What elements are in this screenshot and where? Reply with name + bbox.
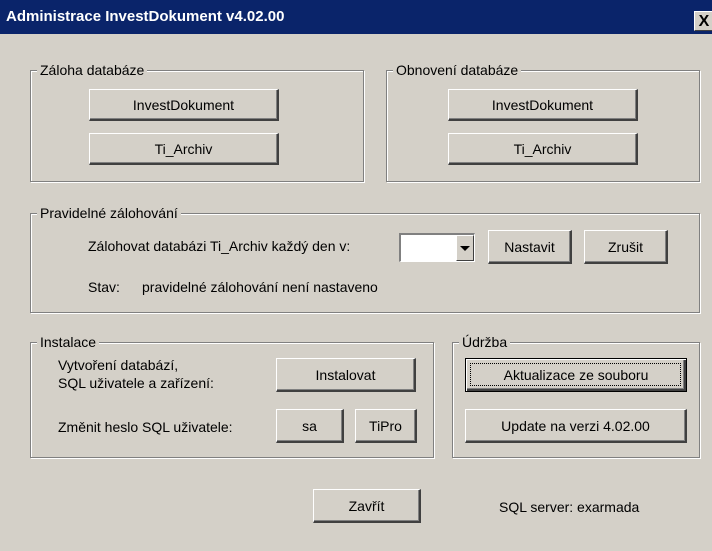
scheduled-group-legend: Pravidelné zálohování bbox=[37, 204, 181, 222]
scheduled-backup-group: Pravidelné zálohování Zálohovat databázi… bbox=[30, 204, 700, 313]
status-label: Stav: bbox=[88, 279, 120, 295]
schedule-status-text: pravidelné zálohování není nastaveno bbox=[142, 279, 378, 295]
sql-server-text: SQL server: exarmada bbox=[499, 499, 640, 515]
title-bar: Administrace InvestDokument v4.02.00 X bbox=[0, 0, 712, 34]
close-window-button[interactable]: X bbox=[694, 11, 712, 31]
maintenance-group: Údržba Aktualizace ze souboru Update na … bbox=[452, 333, 700, 458]
update-from-file-label: Aktualizace ze souboru bbox=[503, 367, 649, 383]
restore-database-group: Obnovení databáze InvestDokument Ti_Arch… bbox=[386, 61, 700, 182]
backup-investdokument-button[interactable]: InvestDokument bbox=[89, 89, 279, 121]
restore-group-legend: Obnovení databáze bbox=[393, 61, 522, 79]
change-password-label: Změnit heslo SQL uživatele: bbox=[58, 419, 233, 435]
create-databases-label-line1: Vytvoření databází, bbox=[58, 357, 179, 373]
update-version-button[interactable]: Update na verzi 4.02.00 bbox=[465, 409, 687, 443]
change-tipro-password-button[interactable]: TiPro bbox=[355, 409, 417, 443]
install-group: Instalace Vytvoření databází, SQL uživat… bbox=[30, 333, 434, 458]
close-button[interactable]: Zavřít bbox=[313, 489, 421, 523]
backup-database-group: Záloha databáze InvestDokument Ti_Archiv bbox=[30, 61, 364, 182]
cancel-schedule-button[interactable]: Zrušit bbox=[584, 230, 668, 264]
update-from-file-button[interactable]: Aktualizace ze souboru bbox=[465, 358, 687, 392]
set-schedule-button[interactable]: Nastavit bbox=[488, 230, 572, 264]
window-title: Administrace InvestDokument v4.02.00 bbox=[6, 8, 285, 25]
maintenance-group-legend: Údržba bbox=[459, 333, 511, 351]
restore-tiarchiv-button[interactable]: Ti_Archiv bbox=[448, 133, 638, 165]
admin-window: Administrace InvestDokument v4.02.00 X Z… bbox=[0, 0, 712, 551]
create-databases-label-line2: SQL uživatele a zařízení: bbox=[58, 375, 214, 391]
backup-group-legend: Záloha databáze bbox=[37, 61, 148, 79]
install-group-legend: Instalace bbox=[37, 333, 100, 351]
change-sa-password-button[interactable]: sa bbox=[276, 409, 344, 443]
schedule-label: Zálohovat databázi Ti_Archiv každý den v… bbox=[88, 238, 351, 254]
install-button[interactable]: Instalovat bbox=[276, 358, 416, 392]
backup-time-select[interactable] bbox=[399, 233, 475, 262]
restore-investdokument-button[interactable]: InvestDokument bbox=[448, 89, 638, 121]
dropdown-arrow-icon[interactable] bbox=[456, 235, 474, 261]
backup-tiarchiv-button[interactable]: Ti_Archiv bbox=[89, 133, 279, 165]
